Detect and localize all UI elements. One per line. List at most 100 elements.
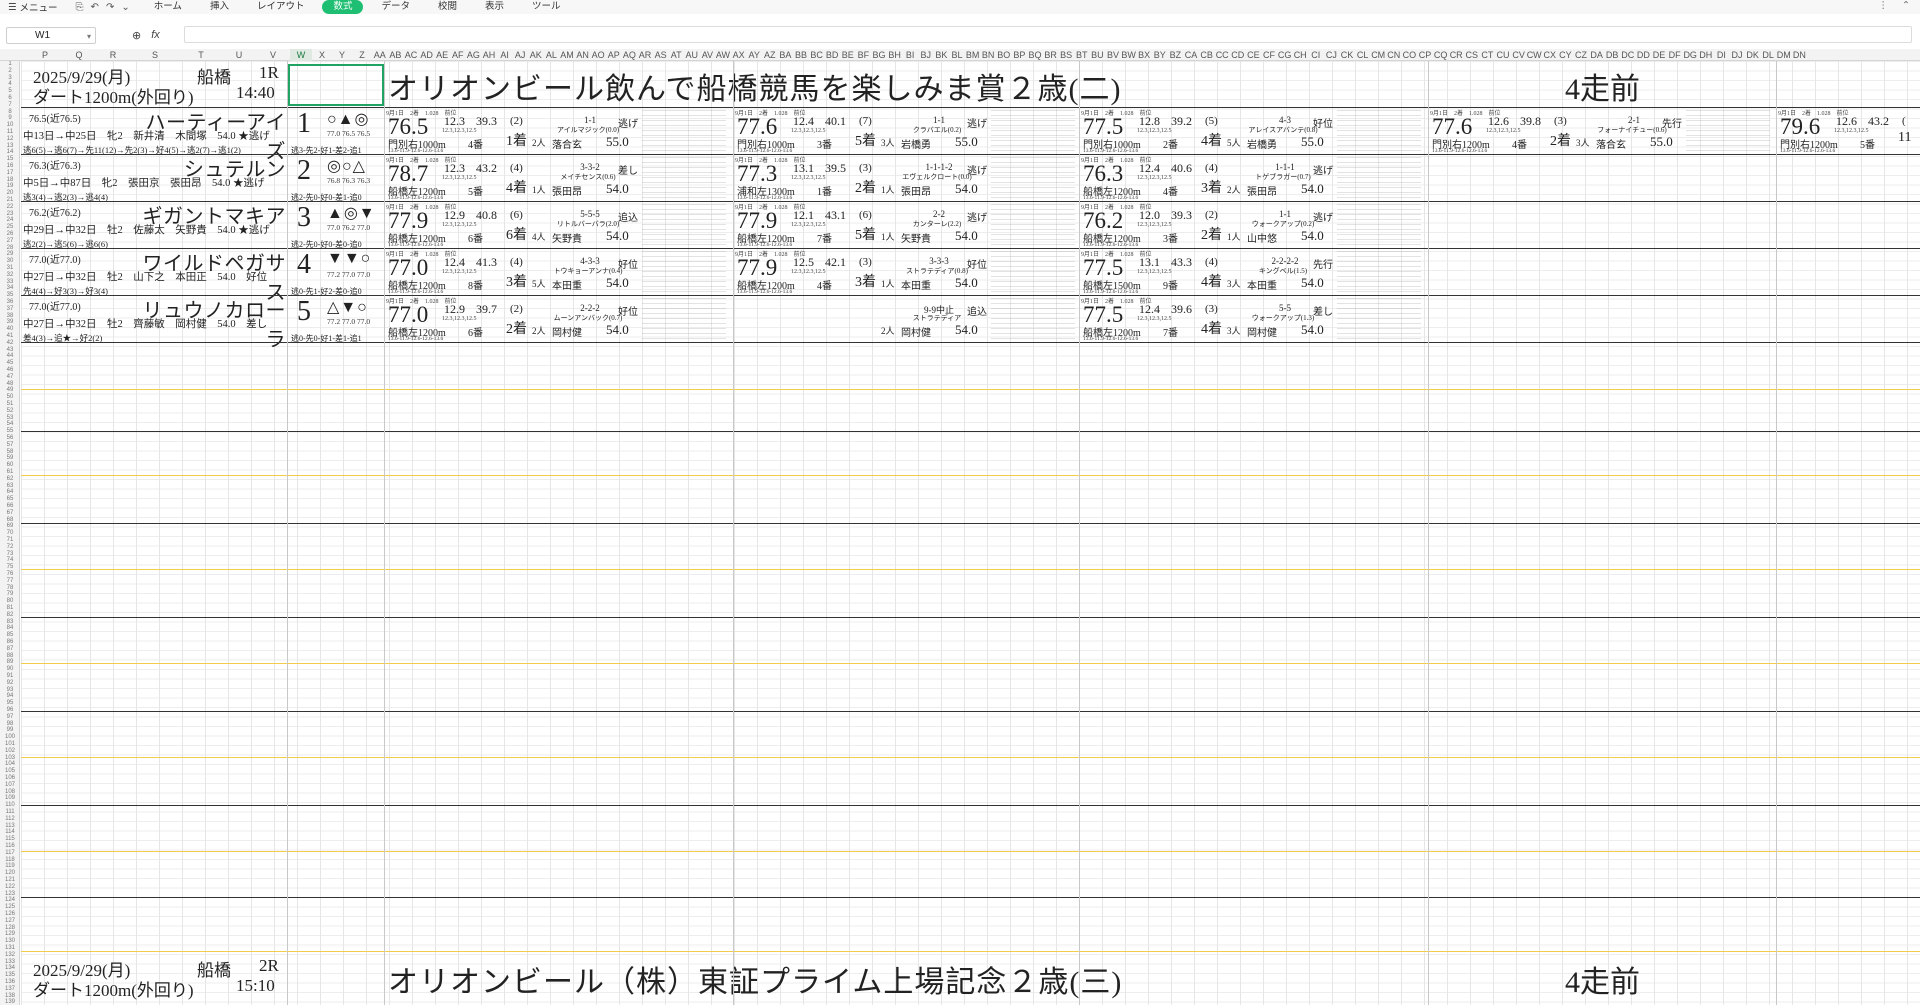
row-number[interactable]: 121 — [0, 877, 19, 883]
row-number[interactable]: 67 — [0, 510, 19, 516]
column-header-cell[interactable]: AG — [466, 49, 482, 61]
row-number[interactable]: 89 — [0, 659, 19, 665]
column-header-cell[interactable]: BH — [887, 49, 903, 61]
row-number[interactable]: 87 — [0, 646, 19, 652]
row-number[interactable]: 10 — [0, 122, 19, 128]
column-header-cell[interactable]: BQ — [1027, 49, 1043, 61]
column-header-cell[interactable]: BS — [1058, 49, 1074, 61]
row-number[interactable]: 109 — [0, 795, 19, 801]
column-header-cell[interactable]: DL — [1760, 49, 1776, 61]
row-number[interactable]: 18 — [0, 177, 19, 183]
row-number[interactable]: 101 — [0, 741, 19, 747]
row-number[interactable]: 118 — [0, 857, 19, 863]
row-number[interactable]: 16 — [0, 163, 19, 169]
row-number[interactable]: 92 — [0, 680, 19, 686]
column-header-cell[interactable]: BF — [856, 49, 872, 61]
column-header-cell[interactable]: BX — [1136, 49, 1152, 61]
row-number[interactable]: 24 — [0, 217, 19, 223]
row-number[interactable]: 73 — [0, 551, 19, 557]
column-header-cell[interactable]: CI — [1308, 49, 1324, 61]
tab-tools[interactable]: ツール — [518, 0, 575, 14]
row-number[interactable]: 32 — [0, 272, 19, 278]
row-number[interactable]: 122 — [0, 884, 19, 890]
row-number[interactable]: 52 — [0, 408, 19, 414]
column-header-cell[interactable]: AY — [746, 49, 762, 61]
column-header-cell[interactable]: AH — [481, 49, 497, 61]
column-header-cell[interactable]: Y — [332, 49, 352, 61]
row-number[interactable]: 132 — [0, 952, 19, 958]
row-number[interactable]: 15 — [0, 156, 19, 162]
row-number[interactable]: 85 — [0, 632, 19, 638]
column-header-cell[interactable]: DI — [1714, 49, 1730, 61]
row-number[interactable]: 65 — [0, 496, 19, 502]
column-header-cell[interactable]: DF — [1667, 49, 1683, 61]
chevron-down-icon[interactable]: ▾ — [87, 29, 91, 44]
column-header-cell[interactable]: BK — [934, 49, 950, 61]
column-header-cell[interactable]: AB — [388, 49, 404, 61]
row-number[interactable]: 54 — [0, 421, 19, 427]
column-header-cell[interactable]: U — [222, 49, 256, 61]
row-number[interactable]: 125 — [0, 904, 19, 910]
row-number[interactable]: 105 — [0, 768, 19, 774]
column-header-cell[interactable]: AQ — [622, 49, 638, 61]
name-box[interactable]: W1 ▾ — [6, 26, 96, 44]
column-header-cell[interactable]: CG — [1277, 49, 1293, 61]
row-number[interactable]: 90 — [0, 666, 19, 672]
row-number[interactable]: 106 — [0, 775, 19, 781]
row-number[interactable]: 102 — [0, 748, 19, 754]
row-number[interactable]: 62 — [0, 476, 19, 482]
column-header-cell[interactable]: CY — [1558, 49, 1574, 61]
row-number[interactable]: 47 — [0, 374, 19, 380]
column-header-cell[interactable]: AS — [653, 49, 669, 61]
row-number[interactable]: 86 — [0, 639, 19, 645]
column-header-cell[interactable]: DM — [1776, 49, 1792, 61]
column-header-cell[interactable]: BU — [1090, 49, 1106, 61]
column-header-cell[interactable]: AF — [450, 49, 466, 61]
row-number[interactable]: 136 — [0, 979, 19, 985]
column-header-cell[interactable]: AX — [731, 49, 747, 61]
selected-cell[interactable] — [288, 64, 384, 106]
row-number[interactable]: 57 — [0, 442, 19, 448]
row-number[interactable]: 22 — [0, 204, 19, 210]
row-number[interactable]: 27 — [0, 238, 19, 244]
tab-data[interactable]: データ — [367, 0, 424, 14]
row-number[interactable]: 127 — [0, 918, 19, 924]
row-number[interactable]: 135 — [0, 972, 19, 978]
row-number[interactable]: 64 — [0, 489, 19, 495]
row-number[interactable]: 34 — [0, 285, 19, 291]
column-header-cell[interactable]: V — [256, 49, 290, 61]
row-number[interactable]: 14 — [0, 149, 19, 155]
row-number[interactable]: 13 — [0, 143, 19, 149]
column-header-cell[interactable]: W — [290, 49, 312, 61]
row-number[interactable]: 81 — [0, 605, 19, 611]
row-number[interactable]: 31 — [0, 265, 19, 271]
tab-formula[interactable]: 数式 — [322, 0, 364, 14]
column-header-cell[interactable]: AM — [559, 49, 575, 61]
row-number[interactable]: 97 — [0, 714, 19, 720]
column-header-cell[interactable]: CV — [1511, 49, 1527, 61]
column-header-cell[interactable]: CH — [1292, 49, 1308, 61]
row-number[interactable]: 133 — [0, 959, 19, 965]
column-header-cell[interactable]: AJ — [512, 49, 528, 61]
row-number[interactable]: 12 — [0, 136, 19, 142]
column-header-cell[interactable]: CU — [1495, 49, 1511, 61]
column-header-cell[interactable]: BA — [778, 49, 794, 61]
tab-review[interactable]: 校閲 — [424, 0, 471, 14]
row-number[interactable]: 124 — [0, 897, 19, 903]
column-header-cell[interactable]: BB — [793, 49, 809, 61]
column-header-cell[interactable]: BC — [809, 49, 825, 61]
column-header-cell[interactable]: CL — [1355, 49, 1371, 61]
column-header-cell[interactable]: CP — [1417, 49, 1433, 61]
row-number[interactable]: 116 — [0, 843, 19, 849]
column-header-cell[interactable]: BM — [965, 49, 981, 61]
tab-insert[interactable]: 挿入 — [196, 0, 243, 14]
row-number[interactable]: 119 — [0, 863, 19, 869]
row-number[interactable]: 55 — [0, 428, 19, 434]
row-number[interactable]: 56 — [0, 435, 19, 441]
zoom-icon[interactable]: ⊕ — [132, 29, 141, 42]
column-header-cell[interactable]: P — [28, 49, 62, 61]
column-header-cell[interactable]: AA — [372, 49, 388, 61]
row-number[interactable]: 130 — [0, 938, 19, 944]
row-number[interactable]: 108 — [0, 789, 19, 795]
row-number[interactable]: 63 — [0, 483, 19, 489]
